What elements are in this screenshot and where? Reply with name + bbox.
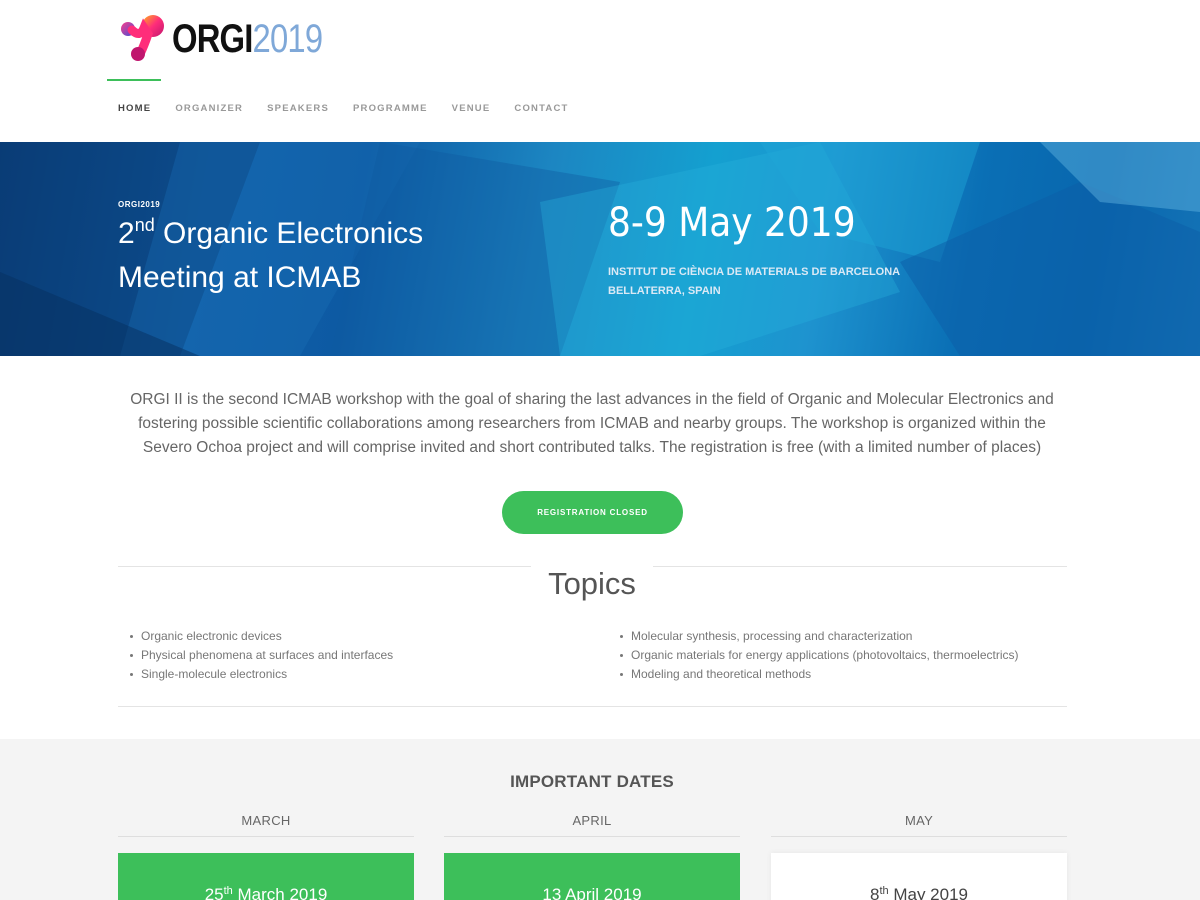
date-card-may: 8th May 2019: [771, 853, 1067, 900]
month-rule: [771, 836, 1067, 837]
logo[interactable]: ORGI 2019: [118, 14, 355, 64]
topics-title: Topics: [548, 566, 636, 601]
logo-wordmark: ORGI 2019: [172, 14, 324, 64]
nav-item-organizer[interactable]: ORGANIZER: [175, 103, 243, 114]
date-card-april: 13 April 2019: [444, 853, 740, 900]
hero-title-line1: Organic Electronics: [154, 217, 424, 250]
topics-list-right: Molecular synthesis, processing and char…: [608, 627, 1019, 684]
topic-item: Physical phenomena at surfaces and inter…: [118, 646, 393, 665]
nav-item-programme[interactable]: PROGRAMME: [353, 103, 428, 114]
date-rest: March 2019: [232, 885, 328, 900]
date-suffix: th: [223, 885, 233, 897]
hero-venue-line1: INSTITUT DE CIÈNCIA DE MATERIALS DE BARC…: [608, 266, 901, 278]
topic-item: Single-molecule electronics: [118, 665, 393, 684]
hero-title-ordinal: 2: [118, 217, 135, 250]
month-rule: [118, 836, 414, 837]
logo-text-orgi: ORGI: [172, 17, 253, 61]
hero-date: 8-9 May 2019: [608, 200, 856, 246]
topics-bottom-rule: [118, 706, 1067, 707]
topic-item: Organic materials for energy application…: [608, 646, 1019, 665]
important-dates-section: IMPORTANT DATES MARCH 25th March 2019 AP…: [0, 739, 1200, 900]
logo-text-year: 2019: [252, 17, 324, 61]
hero-kicker: ORGI2019: [118, 200, 161, 209]
intro-text: ORGI II is the second ICMAB workshop wit…: [130, 391, 1054, 456]
site-header: ORGI 2019 HOME ORGANIZER SPEAKERS PROGRAM…: [0, 0, 1200, 142]
nav-item-home[interactable]: HOME: [118, 103, 151, 114]
hero-venue: INSTITUT DE CIÈNCIA DE MATERIALS DE BARC…: [608, 263, 900, 301]
registration-button[interactable]: REGISTRATION CLOSED: [502, 491, 683, 534]
date-day: 25: [204, 885, 224, 900]
main-nav: HOME ORGANIZER SPEAKERS PROGRAMME VENUE …: [118, 103, 593, 114]
important-dates-title: IMPORTANT DATES: [510, 772, 674, 791]
month-rule: [444, 836, 740, 837]
month-label-march: MARCH: [241, 813, 291, 828]
date-rest: May 2019: [888, 885, 969, 900]
month-label-april: APRIL: [572, 813, 612, 828]
date-rest: 13 April 2019: [542, 885, 642, 900]
nav-item-venue[interactable]: VENUE: [452, 103, 491, 114]
topic-item: Molecular synthesis, processing and char…: [608, 627, 1019, 646]
nav-active-indicator: [107, 79, 161, 81]
month-label-may: MAY: [904, 813, 934, 828]
date-suffix: th: [879, 885, 889, 897]
date-card-march: 25th March 2019: [118, 853, 414, 900]
nav-item-contact[interactable]: CONTACT: [514, 103, 568, 114]
nav-item-speakers[interactable]: SPEAKERS: [267, 103, 329, 114]
topic-item: Modeling and theoretical methods: [608, 665, 1019, 684]
hero-title: 2nd Organic Electronics Meeting at ICMAB: [118, 212, 498, 300]
topic-item: Organic electronic devices: [118, 627, 393, 646]
hero-title-ordinal-suffix: nd: [134, 215, 155, 235]
logo-mark-icon: [118, 14, 168, 64]
hero-title-line2: Meeting at ICMAB: [118, 261, 362, 294]
topics-list-left: Organic electronic devices Physical phen…: [118, 627, 393, 684]
hero-banner: ORGI2019 2nd Organic Electronics Meeting …: [0, 142, 1200, 356]
hero-venue-line2: BELLATERRA, SPAIN: [608, 285, 721, 297]
